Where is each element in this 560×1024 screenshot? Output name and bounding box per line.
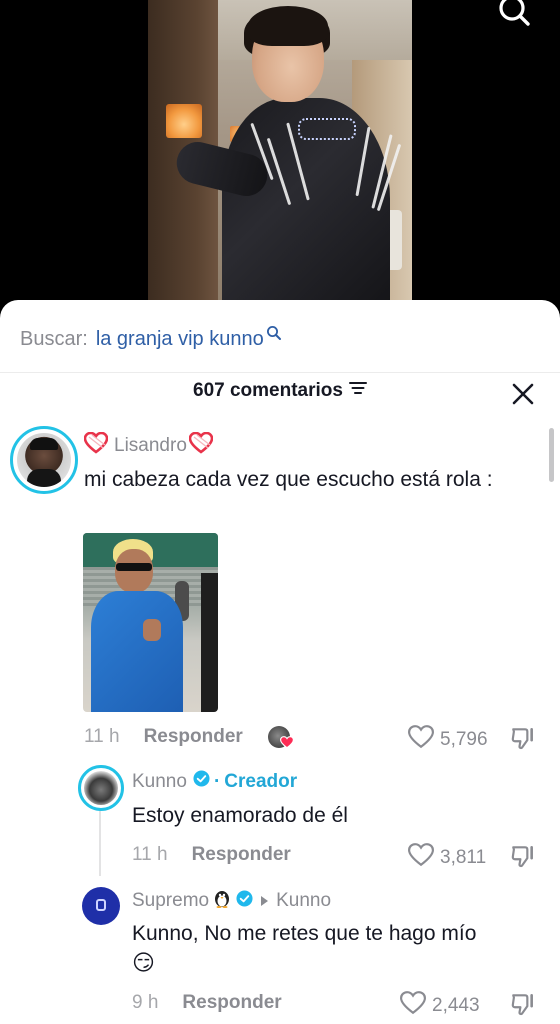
reply-button[interactable]: Responder bbox=[182, 992, 281, 1014]
scrollbar[interactable] bbox=[549, 428, 554, 482]
comment-text: mi cabeza cada vez que escucho está rola… bbox=[84, 468, 493, 491]
dislike-icon[interactable] bbox=[510, 843, 536, 869]
comments-sheet: Buscar: la granja vip kunno 607 comentar… bbox=[0, 300, 560, 1024]
username-text: Supremo bbox=[132, 890, 210, 911]
verified-badge-icon bbox=[193, 770, 210, 793]
username-text: Kunno bbox=[132, 770, 187, 792]
comment-text-body: Kunno, No me retes que te hago mío bbox=[132, 922, 477, 945]
creator-separator: · bbox=[213, 770, 221, 792]
smirk-emoji-icon: 😏 bbox=[132, 950, 155, 975]
dislike-icon[interactable] bbox=[510, 725, 536, 751]
like-count: 3,811 bbox=[440, 847, 487, 868]
heart-emoji-icon bbox=[188, 431, 214, 460]
creator-liked-avatar bbox=[268, 726, 296, 750]
like-button[interactable]: 2,443 bbox=[399, 991, 480, 1021]
avatar[interactable] bbox=[82, 887, 120, 925]
video-frame bbox=[148, 0, 412, 330]
reply-username-line[interactable]: Kunno · Creador bbox=[132, 770, 297, 793]
heart-emoji-icon bbox=[83, 431, 109, 460]
like-count: 2,443 bbox=[432, 995, 480, 1016]
thread-line bbox=[99, 808, 101, 876]
heart-outline-icon bbox=[407, 843, 435, 873]
video-player[interactable] bbox=[0, 0, 560, 330]
comment-username[interactable]: Lisandro bbox=[83, 431, 214, 460]
verified-badge-icon bbox=[236, 889, 253, 913]
comment-meta: 9 h Responder bbox=[132, 992, 282, 1014]
dislike-icon[interactable] bbox=[510, 991, 536, 1017]
divider bbox=[0, 372, 560, 373]
filter-icon bbox=[348, 380, 367, 402]
comments-count: 607 comentarios bbox=[193, 380, 343, 401]
comment-time: 11 h bbox=[132, 844, 168, 865]
avatar[interactable] bbox=[10, 426, 78, 494]
search-prefix: Buscar: bbox=[20, 327, 88, 350]
reply-button[interactable]: Responder bbox=[144, 726, 243, 748]
comment-text: Kunno, No me retes que te hago mío 😏 bbox=[132, 919, 542, 978]
comment-meta: 11 h Responder bbox=[132, 844, 291, 866]
search-suggestion[interactable]: Buscar: la granja vip kunno bbox=[20, 324, 282, 354]
reply-username-line[interactable]: Supremo Kunno bbox=[132, 888, 331, 914]
comment-attached-image[interactable] bbox=[83, 533, 218, 712]
comment-text: Estoy enamorado de él bbox=[132, 804, 348, 827]
search-icon[interactable] bbox=[496, 0, 536, 28]
comment-meta: 11 h Responder bbox=[84, 726, 243, 748]
close-icon[interactable] bbox=[512, 383, 534, 405]
reply-arrow-icon bbox=[261, 896, 269, 906]
username-text: Lisandro bbox=[114, 435, 187, 456]
like-button[interactable]: 3,811 bbox=[407, 843, 487, 873]
sort-comments-button[interactable]: 607 comentarios bbox=[193, 380, 367, 402]
like-count: 5,796 bbox=[440, 729, 488, 750]
search-icon bbox=[266, 324, 282, 347]
lamp-image bbox=[166, 104, 202, 138]
comments-count-header: 607 comentarios bbox=[0, 380, 560, 410]
creator-badge: Creador bbox=[224, 770, 298, 792]
comment-time: 9 h bbox=[132, 992, 159, 1013]
penguin-emoji-icon bbox=[212, 888, 232, 914]
reply-button[interactable]: Responder bbox=[192, 844, 291, 866]
search-query-link[interactable]: la granja vip kunno bbox=[96, 328, 264, 351]
heart-outline-icon bbox=[399, 991, 427, 1021]
avatar[interactable] bbox=[78, 765, 124, 811]
reply-to-username[interactable]: Kunno bbox=[276, 890, 331, 912]
heart-outline-icon bbox=[407, 725, 435, 755]
comment-time: 11 h bbox=[84, 726, 120, 747]
like-button[interactable]: 5,796 bbox=[407, 725, 488, 755]
